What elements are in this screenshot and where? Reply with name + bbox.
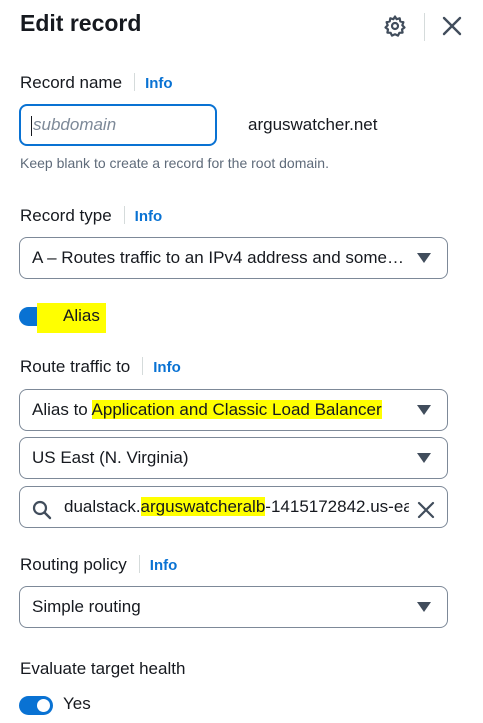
- chevron-down-icon: [417, 405, 431, 415]
- route-target-value: Alias to Application and Classic Load Ba…: [32, 390, 405, 429]
- endpoint-suffix: -1415172842.us-east-1.elb.amazonaws.com: [265, 497, 409, 516]
- record-type-label: Record type: [20, 206, 112, 225]
- routing-policy-select[interactable]: Simple routing: [19, 586, 448, 628]
- route-target-prefix: Alias to: [32, 400, 92, 419]
- route-target-highlight: Application and Classic Load Balancer: [91, 400, 382, 419]
- subdomain-placeholder: subdomain: [33, 115, 117, 134]
- alias-label: Alias: [63, 306, 100, 325]
- record-type-select[interactable]: A – Routes traffic to an IPv4 address an…: [19, 237, 448, 279]
- endpoint-highlight: arguswatcheralb: [140, 497, 266, 516]
- evaluate-health-toggle[interactable]: [19, 696, 53, 715]
- route-traffic-label: Route traffic to: [20, 357, 131, 376]
- routing-policy-label-row: Routing policy Info: [20, 555, 177, 575]
- record-type-info-link[interactable]: Info: [135, 208, 163, 225]
- route-traffic-info-link[interactable]: Info: [153, 359, 181, 376]
- evaluate-health-toggle-label: Yes: [63, 694, 91, 713]
- routing-policy-info-link[interactable]: Info: [150, 557, 178, 574]
- record-name-hint: Keep blank to create a record for the ro…: [20, 155, 329, 171]
- route-traffic-label-row: Route traffic to Info: [20, 357, 181, 377]
- route-target-select[interactable]: Alias to Application and Classic Load Ba…: [19, 389, 448, 431]
- region-value: US East (N. Virginia): [32, 448, 189, 467]
- record-type-value: A – Routes traffic to an IPv4 address an…: [32, 248, 405, 267]
- endpoint-search-input[interactable]: dualstack.arguswatcheralb-1415172842.us-…: [19, 486, 448, 528]
- text-caret: [31, 116, 32, 136]
- record-type-label-row: Record type Info: [20, 206, 162, 226]
- toggle-knob: [37, 699, 50, 712]
- routing-policy-value: Simple routing: [32, 597, 141, 616]
- clear-icon[interactable]: [415, 496, 437, 519]
- endpoint-value: dualstack.arguswatcheralb-1415172842.us-…: [64, 487, 409, 526]
- info-divider: [138, 555, 140, 573]
- evaluate-health-label: Evaluate target health: [20, 659, 186, 678]
- page-title: Edit record: [20, 10, 142, 36]
- record-name-label: Record name: [20, 73, 123, 92]
- info-divider: [142, 357, 144, 375]
- search-icon: [31, 496, 53, 520]
- subdomain-input[interactable]: subdomain: [19, 104, 217, 146]
- record-name-info-link[interactable]: Info: [145, 75, 173, 92]
- close-icon[interactable]: [440, 14, 464, 38]
- gear-icon[interactable]: [383, 14, 407, 38]
- record-name-label-row: Record name Info: [20, 73, 173, 93]
- endpoint-prefix: dualstack.: [64, 497, 141, 516]
- header-divider: [424, 13, 425, 41]
- chevron-down-icon: [417, 602, 431, 612]
- region-select[interactable]: US East (N. Virginia): [19, 437, 448, 479]
- info-divider: [123, 206, 125, 224]
- domain-suffix: arguswatcher.net: [248, 115, 378, 134]
- info-divider: [134, 73, 136, 91]
- chevron-down-icon: [417, 453, 431, 463]
- chevron-down-icon: [417, 253, 431, 263]
- routing-policy-label: Routing policy: [20, 555, 127, 574]
